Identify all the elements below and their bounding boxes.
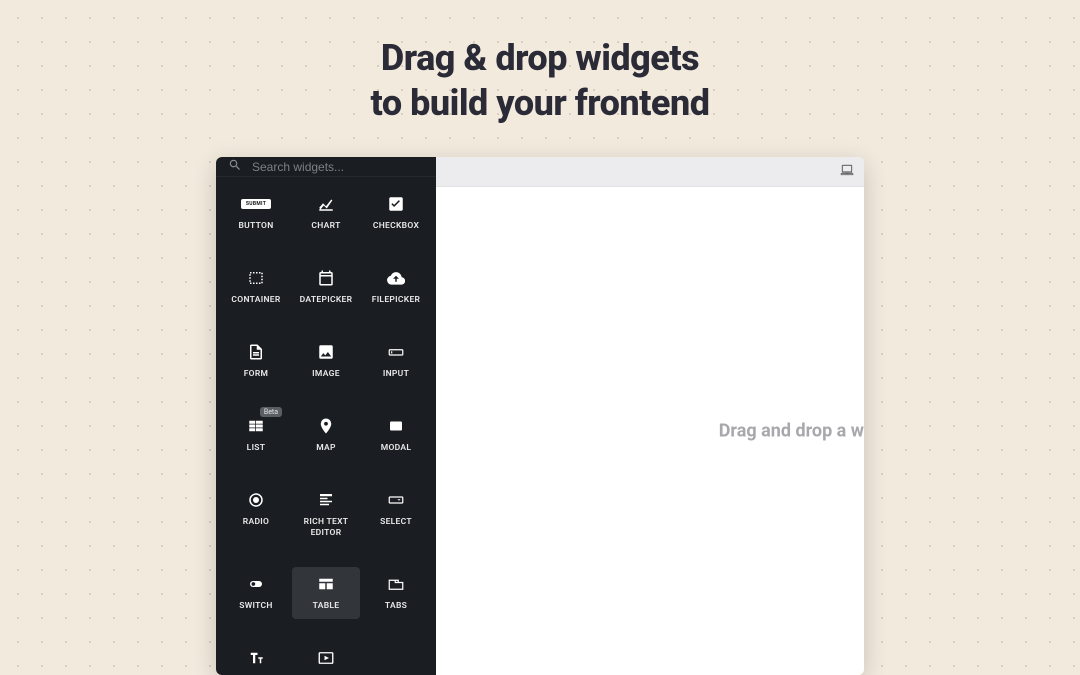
search-bar[interactable] bbox=[216, 157, 436, 177]
widget-radio[interactable]: RADIO bbox=[222, 483, 290, 545]
widget-label: CONTAINER bbox=[231, 295, 280, 306]
widget-label: RADIO bbox=[243, 517, 269, 528]
widget-label: MAP bbox=[316, 443, 336, 454]
table-icon bbox=[317, 573, 335, 595]
search-input[interactable] bbox=[252, 160, 424, 174]
canvas-topbar bbox=[436, 157, 864, 187]
video-icon bbox=[317, 647, 335, 669]
tabs-icon bbox=[387, 573, 405, 595]
modal-icon bbox=[387, 415, 405, 437]
image-icon bbox=[317, 341, 335, 363]
widget-form[interactable]: FORM bbox=[222, 335, 290, 387]
widget-video[interactable]: VIDEO bbox=[292, 641, 360, 675]
select-icon bbox=[387, 489, 405, 511]
radio-icon bbox=[247, 489, 265, 511]
widget-label: IMAGE bbox=[312, 369, 340, 380]
widget-button[interactable]: SUBMIT BUTTON bbox=[222, 187, 290, 239]
widget-map[interactable]: MAP bbox=[292, 409, 360, 461]
widget-label: TABLE bbox=[313, 601, 340, 612]
widget-switch[interactable]: SWITCH bbox=[222, 567, 290, 619]
text-icon bbox=[247, 647, 265, 669]
widget-label: TABS bbox=[385, 601, 407, 612]
widget-text[interactable]: TEXT bbox=[222, 641, 290, 675]
headline-line1: Drag & drop widgets bbox=[0, 36, 1080, 81]
map-pin-icon bbox=[317, 415, 335, 437]
headline-line2: to build your frontend bbox=[0, 81, 1080, 126]
cloud-upload-icon bbox=[387, 267, 405, 289]
chart-icon bbox=[317, 193, 335, 215]
switch-icon bbox=[247, 573, 265, 595]
form-icon bbox=[247, 341, 265, 363]
widget-tabs[interactable]: TABS bbox=[362, 567, 430, 619]
richtext-icon bbox=[317, 489, 335, 511]
widget-grid: SUBMIT BUTTON CHART CHECKBOX CO bbox=[216, 177, 436, 675]
widget-list[interactable]: Beta LIST bbox=[222, 409, 290, 461]
desktop-icon[interactable] bbox=[840, 162, 854, 181]
page-headline: Drag & drop widgets to build your fronte… bbox=[0, 36, 1080, 126]
widget-label: DATEPICKER bbox=[300, 295, 353, 306]
widget-label: BUTTON bbox=[238, 221, 273, 232]
widget-label: RICH TEXT EDITOR bbox=[304, 517, 349, 539]
empty-cell bbox=[362, 641, 430, 675]
main-area: Drag and drop a w bbox=[436, 157, 864, 675]
widget-label: INPUT bbox=[383, 369, 409, 380]
widget-label: LIST bbox=[247, 443, 266, 454]
widget-container[interactable]: CONTAINER bbox=[222, 261, 290, 313]
widget-modal[interactable]: MODAL bbox=[362, 409, 430, 461]
widget-label: CHECKBOX bbox=[373, 221, 419, 232]
drop-canvas[interactable]: Drag and drop a w bbox=[436, 187, 864, 675]
container-icon bbox=[247, 267, 265, 289]
widget-input[interactable]: INPUT bbox=[362, 335, 430, 387]
widget-select[interactable]: SELECT bbox=[362, 483, 430, 545]
search-icon bbox=[228, 157, 242, 176]
input-icon bbox=[387, 341, 405, 363]
list-icon bbox=[247, 415, 265, 437]
app-window: SUBMIT BUTTON CHART CHECKBOX CO bbox=[216, 157, 864, 675]
widget-chart[interactable]: CHART bbox=[292, 187, 360, 239]
widget-richtext[interactable]: RICH TEXT EDITOR bbox=[292, 483, 360, 545]
widget-filepicker[interactable]: FILEPICKER bbox=[362, 261, 430, 313]
widget-label: MODAL bbox=[381, 443, 412, 454]
checkbox-icon bbox=[387, 193, 405, 215]
canvas-hint: Drag and drop a w bbox=[719, 421, 864, 442]
button-icon: SUBMIT bbox=[241, 193, 271, 215]
widget-label: SWITCH bbox=[239, 601, 272, 612]
beta-badge: Beta bbox=[260, 407, 282, 417]
calendar-icon bbox=[317, 267, 335, 289]
widget-label: FILEPICKER bbox=[372, 295, 421, 306]
widget-image[interactable]: IMAGE bbox=[292, 335, 360, 387]
widget-label: SELECT bbox=[380, 517, 412, 528]
widget-table[interactable]: TABLE bbox=[292, 567, 360, 619]
widget-label: CHART bbox=[311, 221, 340, 232]
widget-datepicker[interactable]: DATEPICKER bbox=[292, 261, 360, 313]
widget-checkbox[interactable]: CHECKBOX bbox=[362, 187, 430, 239]
widget-label: FORM bbox=[244, 369, 269, 380]
widget-sidebar: SUBMIT BUTTON CHART CHECKBOX CO bbox=[216, 157, 436, 675]
